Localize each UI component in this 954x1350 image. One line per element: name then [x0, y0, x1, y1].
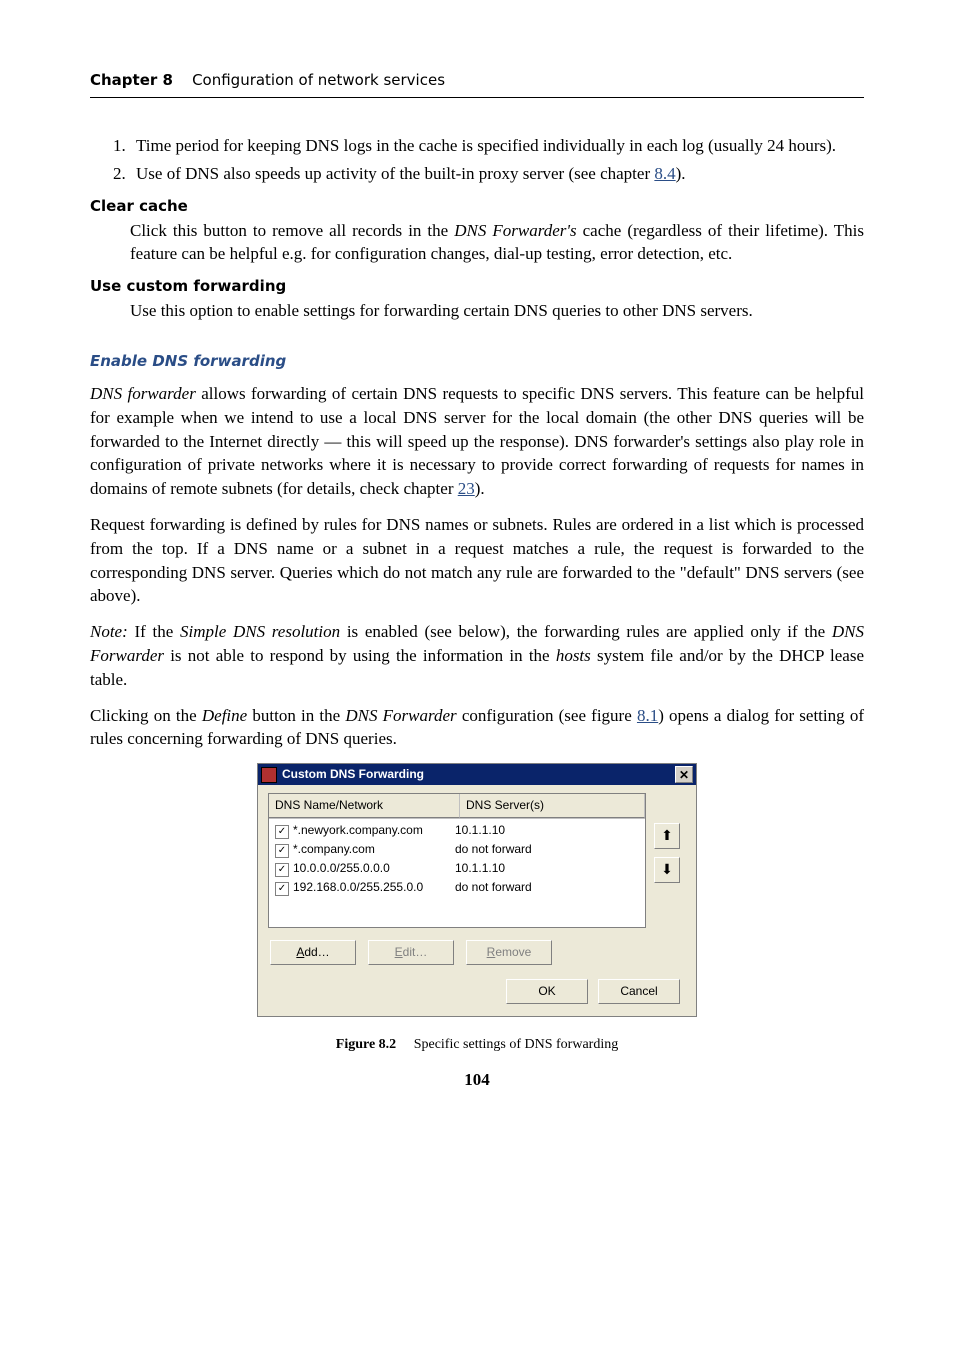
xref-link[interactable]: 8.1: [637, 706, 658, 725]
close-icon[interactable]: ✕: [675, 766, 693, 783]
body-paragraph: Clicking on the Define button in the DNS…: [90, 704, 864, 752]
rule-server: 10.1.1.10: [455, 822, 639, 839]
cancel-button[interactable]: Cancel: [598, 979, 680, 1004]
column-header-servers[interactable]: DNS Server(s): [460, 794, 645, 818]
arrow-down-icon: ⬇: [661, 860, 673, 880]
rule-name: *.company.com: [293, 841, 455, 858]
rule-list: DNS Name/Network DNS Server(s) *.newyork…: [268, 793, 646, 928]
table-row[interactable]: 192.168.0.0/255.255.0.0do not forward: [273, 878, 641, 897]
rule-checkbox[interactable]: [275, 882, 289, 896]
figure-caption: Figure 8.2 Specific settings of DNS forw…: [90, 1035, 864, 1055]
chapter-title: Configuration of network services: [192, 71, 445, 89]
move-down-button[interactable]: ⬇: [654, 857, 680, 883]
move-up-button[interactable]: ⬆: [654, 823, 680, 849]
app-icon: [261, 767, 277, 783]
chapter-header: Chapter 8 Configuration of network servi…: [90, 70, 864, 98]
rule-server: do not forward: [455, 841, 639, 858]
rule-server: 10.1.1.10: [455, 860, 639, 877]
page-number: 104: [90, 1068, 864, 1092]
rule-server: do not forward: [455, 879, 639, 896]
xref-link[interactable]: 8.4: [654, 164, 675, 183]
subsection-heading: Enable DNS forwarding: [90, 351, 864, 372]
definition-body: Use this option to enable settings for f…: [130, 299, 864, 323]
rule-name: *.newyork.company.com: [293, 822, 455, 839]
add-button[interactable]: Add…: [270, 940, 356, 965]
chapter-number: Chapter 8: [90, 71, 173, 89]
body-paragraph: Request forwarding is defined by rules f…: [90, 513, 864, 608]
rule-name: 10.0.0.0/255.0.0.0: [293, 860, 455, 877]
rule-checkbox[interactable]: [275, 825, 289, 839]
list-item-text: Use of DNS also speeds up activity of th…: [136, 164, 654, 183]
rule-checkbox[interactable]: [275, 844, 289, 858]
list-item-text: Time period for keeping DNS logs in the …: [136, 136, 836, 155]
body-paragraph: DNS forwarder allows forwarding of certa…: [90, 382, 864, 501]
ok-button[interactable]: OK: [506, 979, 588, 1004]
dialog-title: Custom DNS Forwarding: [282, 766, 424, 783]
definition-body: Click this button to remove all records …: [130, 219, 864, 267]
rule-name: 192.168.0.0/255.255.0.0: [293, 879, 455, 896]
table-row[interactable]: *.newyork.company.com10.1.1.10: [273, 821, 641, 840]
table-row[interactable]: 10.0.0.0/255.0.0.010.1.1.10: [273, 859, 641, 878]
table-row[interactable]: *.company.comdo not forward: [273, 840, 641, 859]
list-item: Use of DNS also speeds up activity of th…: [130, 162, 864, 186]
remove-button[interactable]: Remove: [466, 940, 552, 965]
numbered-list: Time period for keeping DNS logs in the …: [130, 134, 864, 186]
list-item: Time period for keeping DNS logs in the …: [130, 134, 864, 158]
definition-term: Use custom forwarding: [90, 276, 864, 297]
definition-term: Clear cache: [90, 196, 864, 217]
rule-checkbox[interactable]: [275, 863, 289, 877]
body-paragraph: Note: If the Simple DNS resolution is en…: [90, 620, 864, 691]
arrow-up-icon: ⬆: [661, 826, 673, 846]
column-header-name[interactable]: DNS Name/Network: [269, 794, 460, 818]
xref-link[interactable]: 23: [458, 479, 475, 498]
edit-button[interactable]: Edit…: [368, 940, 454, 965]
dialog-custom-dns-forwarding: Custom DNS Forwarding ✕ DNS Name/Network…: [257, 763, 697, 1016]
dialog-titlebar: Custom DNS Forwarding ✕: [258, 764, 696, 785]
